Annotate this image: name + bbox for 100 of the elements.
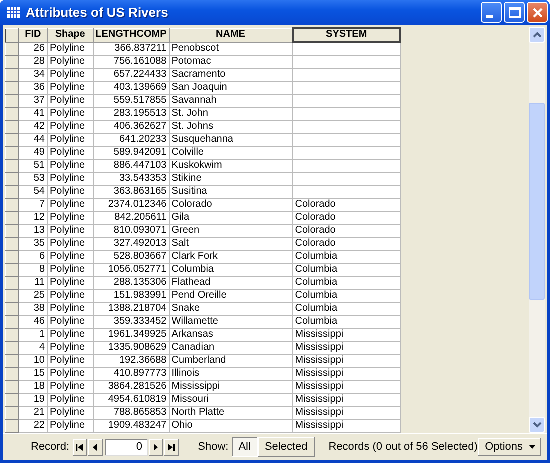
table-cell: Colorado — [292, 198, 400, 212]
table-cell: 359.333452 — [93, 316, 170, 328]
table-cell: 288.135306 — [93, 276, 170, 290]
row-selector[interactable] — [6, 172, 19, 186]
scroll-down-button[interactable] — [529, 417, 545, 433]
row-selector-header[interactable] — [6, 28, 19, 42]
column-header[interactable]: Shape — [48, 28, 94, 42]
first-record-button[interactable] — [72, 438, 88, 456]
table-cell: Mississippi — [292, 394, 400, 406]
row-selector[interactable] — [6, 108, 19, 120]
row-selector[interactable] — [6, 264, 19, 276]
table-cell: Flathead — [169, 276, 293, 290]
row-selector[interactable] — [6, 342, 19, 354]
row-selector[interactable] — [6, 328, 19, 342]
row-selector[interactable] — [6, 316, 19, 328]
table-cell: Cumberland — [169, 354, 293, 368]
row-selector[interactable] — [6, 250, 19, 264]
table-cell: St. Johns — [169, 120, 293, 134]
row-selector[interactable] — [6, 290, 19, 302]
row-selector[interactable] — [6, 198, 19, 212]
row-selector[interactable] — [6, 212, 19, 224]
table-cell: Mississippi — [292, 420, 400, 432]
table-cell: Savannah — [169, 94, 293, 108]
chevron-up-icon — [532, 32, 542, 38]
table-cell: Polyline — [48, 420, 94, 432]
close-button[interactable] — [527, 2, 548, 23]
table-cell: 33.543353 — [93, 172, 170, 186]
table-cell: Sacramento — [169, 68, 293, 82]
record-field[interactable]: 0 — [105, 438, 148, 456]
table-cell: 410.897773 — [93, 368, 170, 380]
row-selector[interactable] — [6, 380, 19, 394]
table-cell: Colorado — [292, 212, 400, 224]
last-record-button[interactable] — [164, 438, 180, 456]
row-selector[interactable] — [6, 368, 19, 380]
table-cell: Polyline — [48, 250, 94, 264]
table-cell: 327.492013 — [93, 238, 170, 250]
row-selector[interactable] — [6, 302, 19, 316]
row-selector[interactable] — [6, 146, 19, 160]
next-record-button[interactable] — [148, 438, 164, 456]
show-all-button[interactable]: All — [232, 437, 258, 457]
row-selector[interactable] — [6, 82, 19, 94]
table-cell: Columbia — [292, 250, 400, 264]
table-cell: 641.20233 — [93, 134, 170, 146]
table-cell: Columbia — [292, 276, 400, 290]
row-selector[interactable] — [6, 94, 19, 108]
table-cell: 528.803667 — [93, 250, 170, 264]
records-summary: Records (0 out of 56 Selected) — [328, 441, 478, 453]
scroll-up-button[interactable] — [529, 27, 545, 43]
caret-icon — [529, 445, 536, 449]
column-header[interactable]: LENGTHCOMP — [93, 28, 170, 42]
row-selector[interactable] — [6, 394, 19, 406]
row-selector[interactable] — [6, 68, 19, 82]
table-cell: 788.865853 — [93, 406, 170, 420]
minimize-icon — [486, 15, 493, 18]
table-cell: Polyline — [48, 290, 94, 302]
table-cell: 1961.349925 — [93, 328, 170, 342]
table-cell: Polyline — [48, 198, 94, 212]
row-selector[interactable] — [6, 224, 19, 238]
table-cell: North Platte — [169, 406, 293, 420]
table-cell: Colorado — [169, 198, 293, 212]
table-cell: Mississippi — [292, 354, 400, 368]
row-selector[interactable] — [6, 186, 19, 198]
table-cell: Mississippi — [169, 380, 293, 394]
table-cell: Polyline — [48, 224, 94, 238]
vertical-scrollbar[interactable] — [529, 27, 545, 433]
row-selector[interactable] — [6, 120, 19, 134]
options-button[interactable]: Options — [478, 438, 542, 456]
maximize-button[interactable] — [504, 2, 525, 23]
table-cell: Polyline — [48, 108, 94, 120]
row-selector[interactable] — [6, 134, 19, 146]
table-cell: San Joaquin — [169, 82, 293, 94]
row-selector[interactable] — [6, 56, 19, 68]
triangle-right-icon — [151, 442, 160, 452]
row-selector[interactable] — [6, 406, 19, 420]
row-selector[interactable] — [6, 238, 19, 250]
table-cell: Polyline — [48, 120, 94, 134]
row-selector[interactable] — [6, 276, 19, 290]
record-label: Record: — [31, 441, 70, 453]
column-header[interactable]: FID — [18, 28, 48, 42]
minimize-button[interactable] — [481, 2, 502, 23]
show-label: Show: — [198, 441, 229, 453]
row-selector[interactable] — [6, 420, 19, 432]
column-header[interactable]: NAME — [169, 28, 293, 42]
table-cell: 4954.610819 — [93, 394, 170, 406]
column-header[interactable]: SYSTEM — [292, 28, 400, 42]
table-cell: 192.36688 — [93, 354, 170, 368]
table-cell: Polyline — [48, 56, 94, 68]
table-cell: Mississippi — [292, 406, 400, 420]
table-cell: Pend Oreille — [169, 290, 293, 302]
table-cell: Polyline — [48, 238, 94, 250]
table-cell: Penobscot — [169, 42, 293, 56]
row-selector[interactable] — [6, 354, 19, 368]
table-cell: Mississippi — [292, 368, 400, 380]
show-selected-button[interactable]: Selected — [258, 437, 315, 457]
table-cell: Polyline — [48, 172, 94, 186]
previous-record-button[interactable] — [88, 438, 104, 456]
row-selector[interactable] — [6, 160, 19, 172]
table-cell: Mississippi — [292, 380, 400, 394]
table-cell: Salt — [169, 238, 293, 250]
scroll-thumb[interactable] — [529, 103, 545, 300]
